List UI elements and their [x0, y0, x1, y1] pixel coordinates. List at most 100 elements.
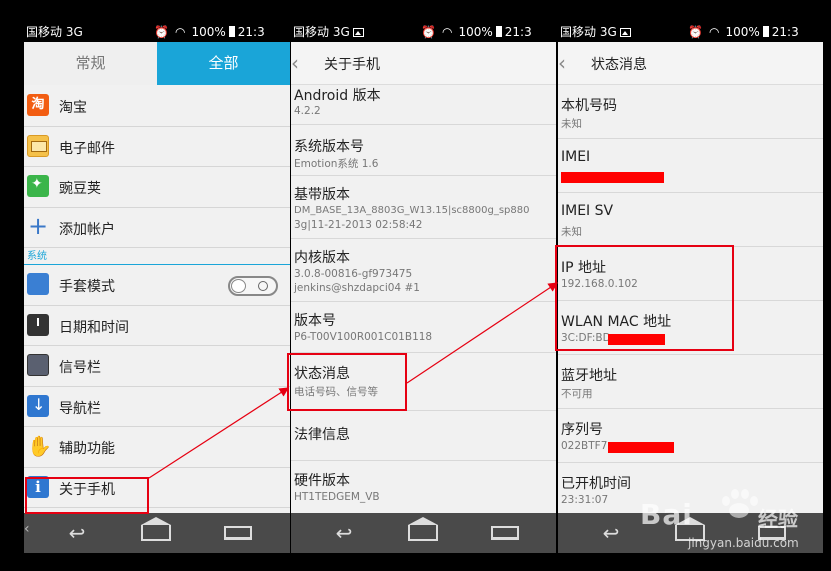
- status-bar: 国移动 3G ⏰ ◠ 100% 21:3: [558, 22, 823, 42]
- home-button[interactable]: [139, 517, 173, 545]
- list-item-bluetooth-address[interactable]: 蓝牙地址 不可用: [558, 355, 823, 409]
- redaction-bar: [608, 442, 674, 453]
- image-notification-icon: [352, 28, 364, 37]
- item-value: 未知: [561, 118, 582, 130]
- list-item-nav-bar[interactable]: 导航栏: [24, 387, 290, 427]
- image-notification-icon: [619, 28, 631, 37]
- glove-mode-toggle[interactable]: [228, 276, 278, 296]
- settings-tabs: 常规 全部: [24, 42, 290, 85]
- item-value: 不可用: [561, 388, 593, 400]
- list-item-glove-mode[interactable]: 手套模式: [24, 265, 290, 306]
- carrier-label: 国移动 3G: [26, 25, 83, 39]
- app-header: ‹ 状态消息: [558, 42, 823, 85]
- battery-percent: 100%: [191, 25, 226, 39]
- list-item-system-version[interactable]: 系统版本号 Emotion系统 1.6: [291, 125, 556, 176]
- list-item-legal-info[interactable]: 法律信息: [291, 411, 556, 461]
- status-bar: 国移动 3G ⏰ ◠ 100% 21:3: [291, 22, 556, 42]
- back-button[interactable]: ↩: [60, 521, 94, 545]
- battery-icon: [495, 26, 502, 37]
- back-arrow-icon[interactable]: ‹: [291, 53, 305, 73]
- status-bar: 国移动 3G ⏰ ◠ 100% 21:3: [24, 22, 290, 42]
- settings-list: 淘 淘宝 电子邮件 豌豆荚 + 添加帐户 系统 手套模式 日期和时间: [24, 86, 290, 508]
- highlight-box-network-info: [555, 245, 734, 351]
- list-item-label: 手套模式: [59, 279, 115, 295]
- list-item-accessibility[interactable]: ✋ 辅助功能: [24, 427, 290, 468]
- list-item-label: 导航栏: [59, 400, 101, 417]
- tab-all[interactable]: 全部: [157, 42, 290, 85]
- wifi-icon: ◠: [174, 25, 186, 39]
- item-title: 系统版本号: [294, 139, 364, 155]
- recent-apps-icon: [491, 526, 519, 540]
- item-value-line2: jenkins@shzdapci04 #1: [294, 282, 420, 294]
- list-item-add-account[interactable]: + 添加帐户: [24, 208, 290, 248]
- wifi-icon: ◠: [441, 25, 453, 39]
- section-label-system: 系统: [24, 248, 290, 265]
- about-list: Android 版本 4.2.2 系统版本号 Emotion系统 1.6 基带版…: [291, 85, 556, 513]
- item-title: 蓝牙地址: [561, 368, 617, 384]
- list-item-phone-number[interactable]: 本机号码 未知: [558, 85, 823, 139]
- toggle-off-icon: [258, 281, 268, 291]
- clock-time: 21:3: [504, 25, 532, 39]
- wandoujia-icon: [27, 175, 49, 197]
- list-item-taobao[interactable]: 淘 淘宝: [24, 86, 290, 127]
- chevron-left-icon: ‹: [24, 521, 30, 537]
- item-title: 硬件版本: [294, 473, 350, 489]
- highlight-box-about-phone: [25, 477, 149, 514]
- signal-icon: [27, 354, 49, 376]
- item-value-line2: 3g|11-21-2013 02:58:42: [294, 219, 423, 231]
- glove-icon: [27, 273, 49, 295]
- list-item-imei[interactable]: IMEI: [558, 139, 823, 193]
- item-title: 已开机时间: [561, 476, 631, 492]
- item-value: P6-T00V100R001C01B118: [294, 331, 433, 343]
- back-button[interactable]: ↩: [327, 521, 361, 545]
- recent-apps-button[interactable]: [488, 521, 522, 545]
- taobao-icon: 淘: [27, 94, 49, 116]
- list-item-hardware-version[interactable]: 硬件版本 HT1TEDGEM_VB: [291, 461, 556, 513]
- system-nav-bar: ↩: [291, 513, 556, 553]
- recent-apps-icon: [224, 526, 252, 540]
- wifi-icon: ◠: [708, 25, 720, 39]
- list-item-imei-sv[interactable]: IMEI SV 未知: [558, 193, 823, 247]
- page-title: 状态消息: [591, 57, 647, 73]
- list-item-label: 电子邮件: [59, 140, 115, 157]
- mail-icon: [27, 134, 49, 157]
- item-value: 未知: [561, 226, 582, 238]
- alarm-icon: ⏰: [421, 25, 436, 39]
- clock-icon: [27, 313, 49, 336]
- item-title: 版本号: [294, 313, 336, 329]
- item-title: IMEI: [561, 149, 591, 165]
- list-item-wandoujia[interactable]: 豌豆荚: [24, 167, 290, 208]
- list-item-label: 淘宝: [59, 100, 87, 116]
- watermark-url: jingyan.baidu.com: [688, 536, 799, 550]
- item-title: Android 版本: [294, 88, 381, 104]
- list-item-serial-number[interactable]: 序列号 022BTF7: [558, 409, 823, 463]
- watermark-brand-suffix: 经验: [758, 507, 798, 531]
- item-value: 23:31:07: [561, 494, 609, 506]
- list-item-build-number[interactable]: 版本号 P6-T00V100R001C01B118: [291, 302, 556, 353]
- tab-general[interactable]: 常规: [24, 42, 157, 85]
- list-item-kernel-version[interactable]: 内核版本 3.0.8-00816-gf973475 jenkins@shzdap…: [291, 239, 556, 302]
- home-icon: [408, 517, 438, 541]
- home-button[interactable]: [406, 517, 440, 545]
- battery-percent: 100%: [458, 25, 493, 39]
- list-item-label: 豌豆荚: [59, 181, 101, 197]
- item-value: 4.2.2: [294, 105, 321, 117]
- carrier-label: 国移动 3G: [560, 25, 617, 39]
- list-item-baseband-version[interactable]: 基带版本 DM_BASE_13A_8803G_W13.15|sc8800g_sp…: [291, 176, 556, 239]
- recent-apps-button[interactable]: [221, 521, 255, 545]
- battery-icon: [762, 26, 769, 37]
- about-phone-panel: 国移动 3G ⏰ ◠ 100% 21:3 ‹ 关于手机 Android 版本 4.2.…: [291, 22, 556, 553]
- battery-percent: 100%: [725, 25, 760, 39]
- item-value: Emotion系统 1.6: [294, 158, 379, 170]
- alarm-icon: ⏰: [688, 25, 703, 39]
- list-item-email[interactable]: 电子邮件: [24, 127, 290, 167]
- navbar-icon: [27, 394, 49, 417]
- back-arrow-icon[interactable]: ‹: [558, 53, 572, 73]
- item-value: HT1TEDGEM_VB: [294, 491, 380, 503]
- list-item-android-version[interactable]: Android 版本 4.2.2: [291, 85, 556, 125]
- clock-time: 21:3: [771, 25, 799, 39]
- list-item-signal-bar[interactable]: 信号栏: [24, 346, 290, 387]
- back-button[interactable]: ↩: [594, 521, 628, 545]
- item-value: DM_BASE_13A_8803G_W13.15|sc8800g_sp880: [294, 205, 530, 216]
- list-item-date-time[interactable]: 日期和时间: [24, 306, 290, 346]
